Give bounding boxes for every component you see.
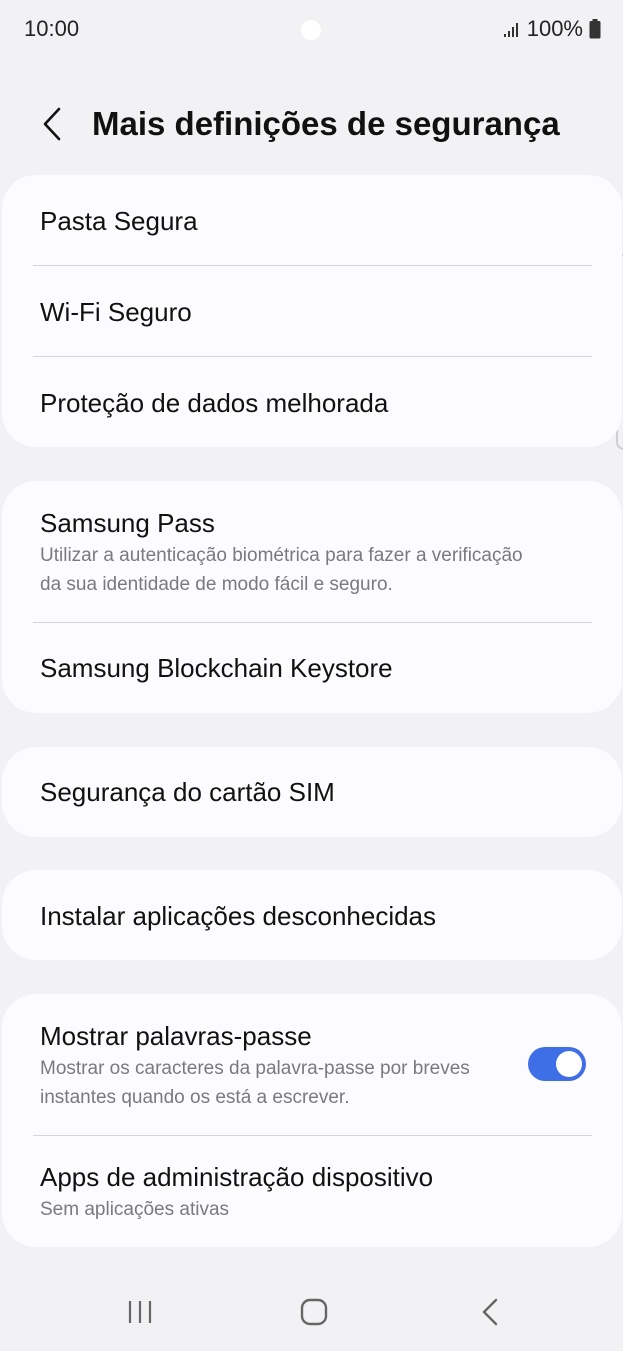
settings-card-samsung: Samsung Pass Utilizar a autenticação bio… bbox=[2, 481, 622, 713]
settings-item-show-passwords[interactable]: Mostrar palavras-passe Mostrar os caract… bbox=[2, 994, 622, 1135]
settings-item-wifi-seguro[interactable]: Wi-Fi Seguro bbox=[2, 266, 622, 356]
settings-item-title: Instalar aplicações desconhecidas bbox=[40, 901, 437, 931]
settings-item-subtitle: Utilizar a autenticação biométrica para … bbox=[40, 545, 523, 595]
settings-item-title: Wi-Fi Seguro bbox=[40, 297, 192, 327]
page-title: Mais definições de segurança bbox=[92, 105, 560, 142]
recents-button[interactable] bbox=[110, 1290, 170, 1334]
home-icon bbox=[300, 1298, 328, 1326]
settings-card-passwords-admin: Mostrar palavras-passe Mostrar os caract… bbox=[2, 994, 622, 1247]
settings-item-title: Samsung Pass bbox=[40, 508, 215, 538]
battery-percentage: 100% bbox=[526, 16, 583, 41]
status-bar: 10:00 100% bbox=[0, 0, 623, 58]
settings-item-protecao-dados[interactable]: Proteção de dados melhorada bbox=[2, 357, 622, 447]
settings-item-install-unknown-apps[interactable]: Instalar aplicações desconhecidas bbox=[2, 870, 622, 960]
settings-item-subtitle: Mostrar os caracteres da palavra-passe p… bbox=[40, 1058, 470, 1108]
settings-item-subtitle: Sem aplicações ativas bbox=[40, 1199, 230, 1220]
back-icon bbox=[482, 1298, 498, 1326]
settings-item-samsung-pass[interactable]: Samsung Pass Utilizar a autenticação bio… bbox=[2, 481, 622, 622]
settings-item-title: Samsung Blockchain Keystore bbox=[40, 653, 393, 683]
settings-item-device-admin-apps[interactable]: Apps de administração dispositivo Sem ap… bbox=[2, 1136, 622, 1247]
settings-item-title: Pasta Segura bbox=[40, 206, 198, 236]
settings-item-sim-security[interactable]: Segurança do cartão SIM bbox=[2, 747, 622, 837]
nav-back-button[interactable] bbox=[460, 1290, 520, 1334]
settings-item-pasta-segura[interactable]: Pasta Segura bbox=[2, 175, 622, 265]
system-navigation-bar bbox=[0, 1270, 623, 1351]
show-passwords-toggle[interactable] bbox=[528, 1047, 586, 1081]
back-button[interactable] bbox=[32, 102, 72, 146]
settings-item-title: Segurança do cartão SIM bbox=[40, 777, 335, 807]
home-button[interactable] bbox=[284, 1290, 344, 1334]
status-time: 10:00 bbox=[24, 16, 80, 41]
status-indicators: 100% bbox=[503, 16, 601, 42]
signal-icon bbox=[503, 23, 518, 37]
settings-item-title: Apps de administração dispositivo bbox=[40, 1162, 434, 1192]
settings-item-title: Mostrar palavras-passe bbox=[40, 1021, 312, 1051]
settings-item-title: Proteção de dados melhorada bbox=[40, 388, 389, 418]
settings-card-security-features: Pasta Segura Wi-Fi Seguro Proteção de da… bbox=[2, 175, 622, 447]
settings-card-unknown-apps: Instalar aplicações desconhecidas bbox=[2, 870, 622, 960]
recents-icon bbox=[128, 1301, 152, 1323]
chevron-left-icon bbox=[43, 107, 61, 141]
camera-cutout bbox=[301, 20, 321, 40]
toggle-knob bbox=[556, 1051, 582, 1077]
app-header: Mais definições de segurança bbox=[0, 92, 623, 156]
battery-icon bbox=[589, 19, 601, 39]
settings-item-blockchain-keystore[interactable]: Samsung Blockchain Keystore bbox=[2, 623, 622, 713]
settings-card-sim: Segurança do cartão SIM bbox=[2, 747, 622, 837]
